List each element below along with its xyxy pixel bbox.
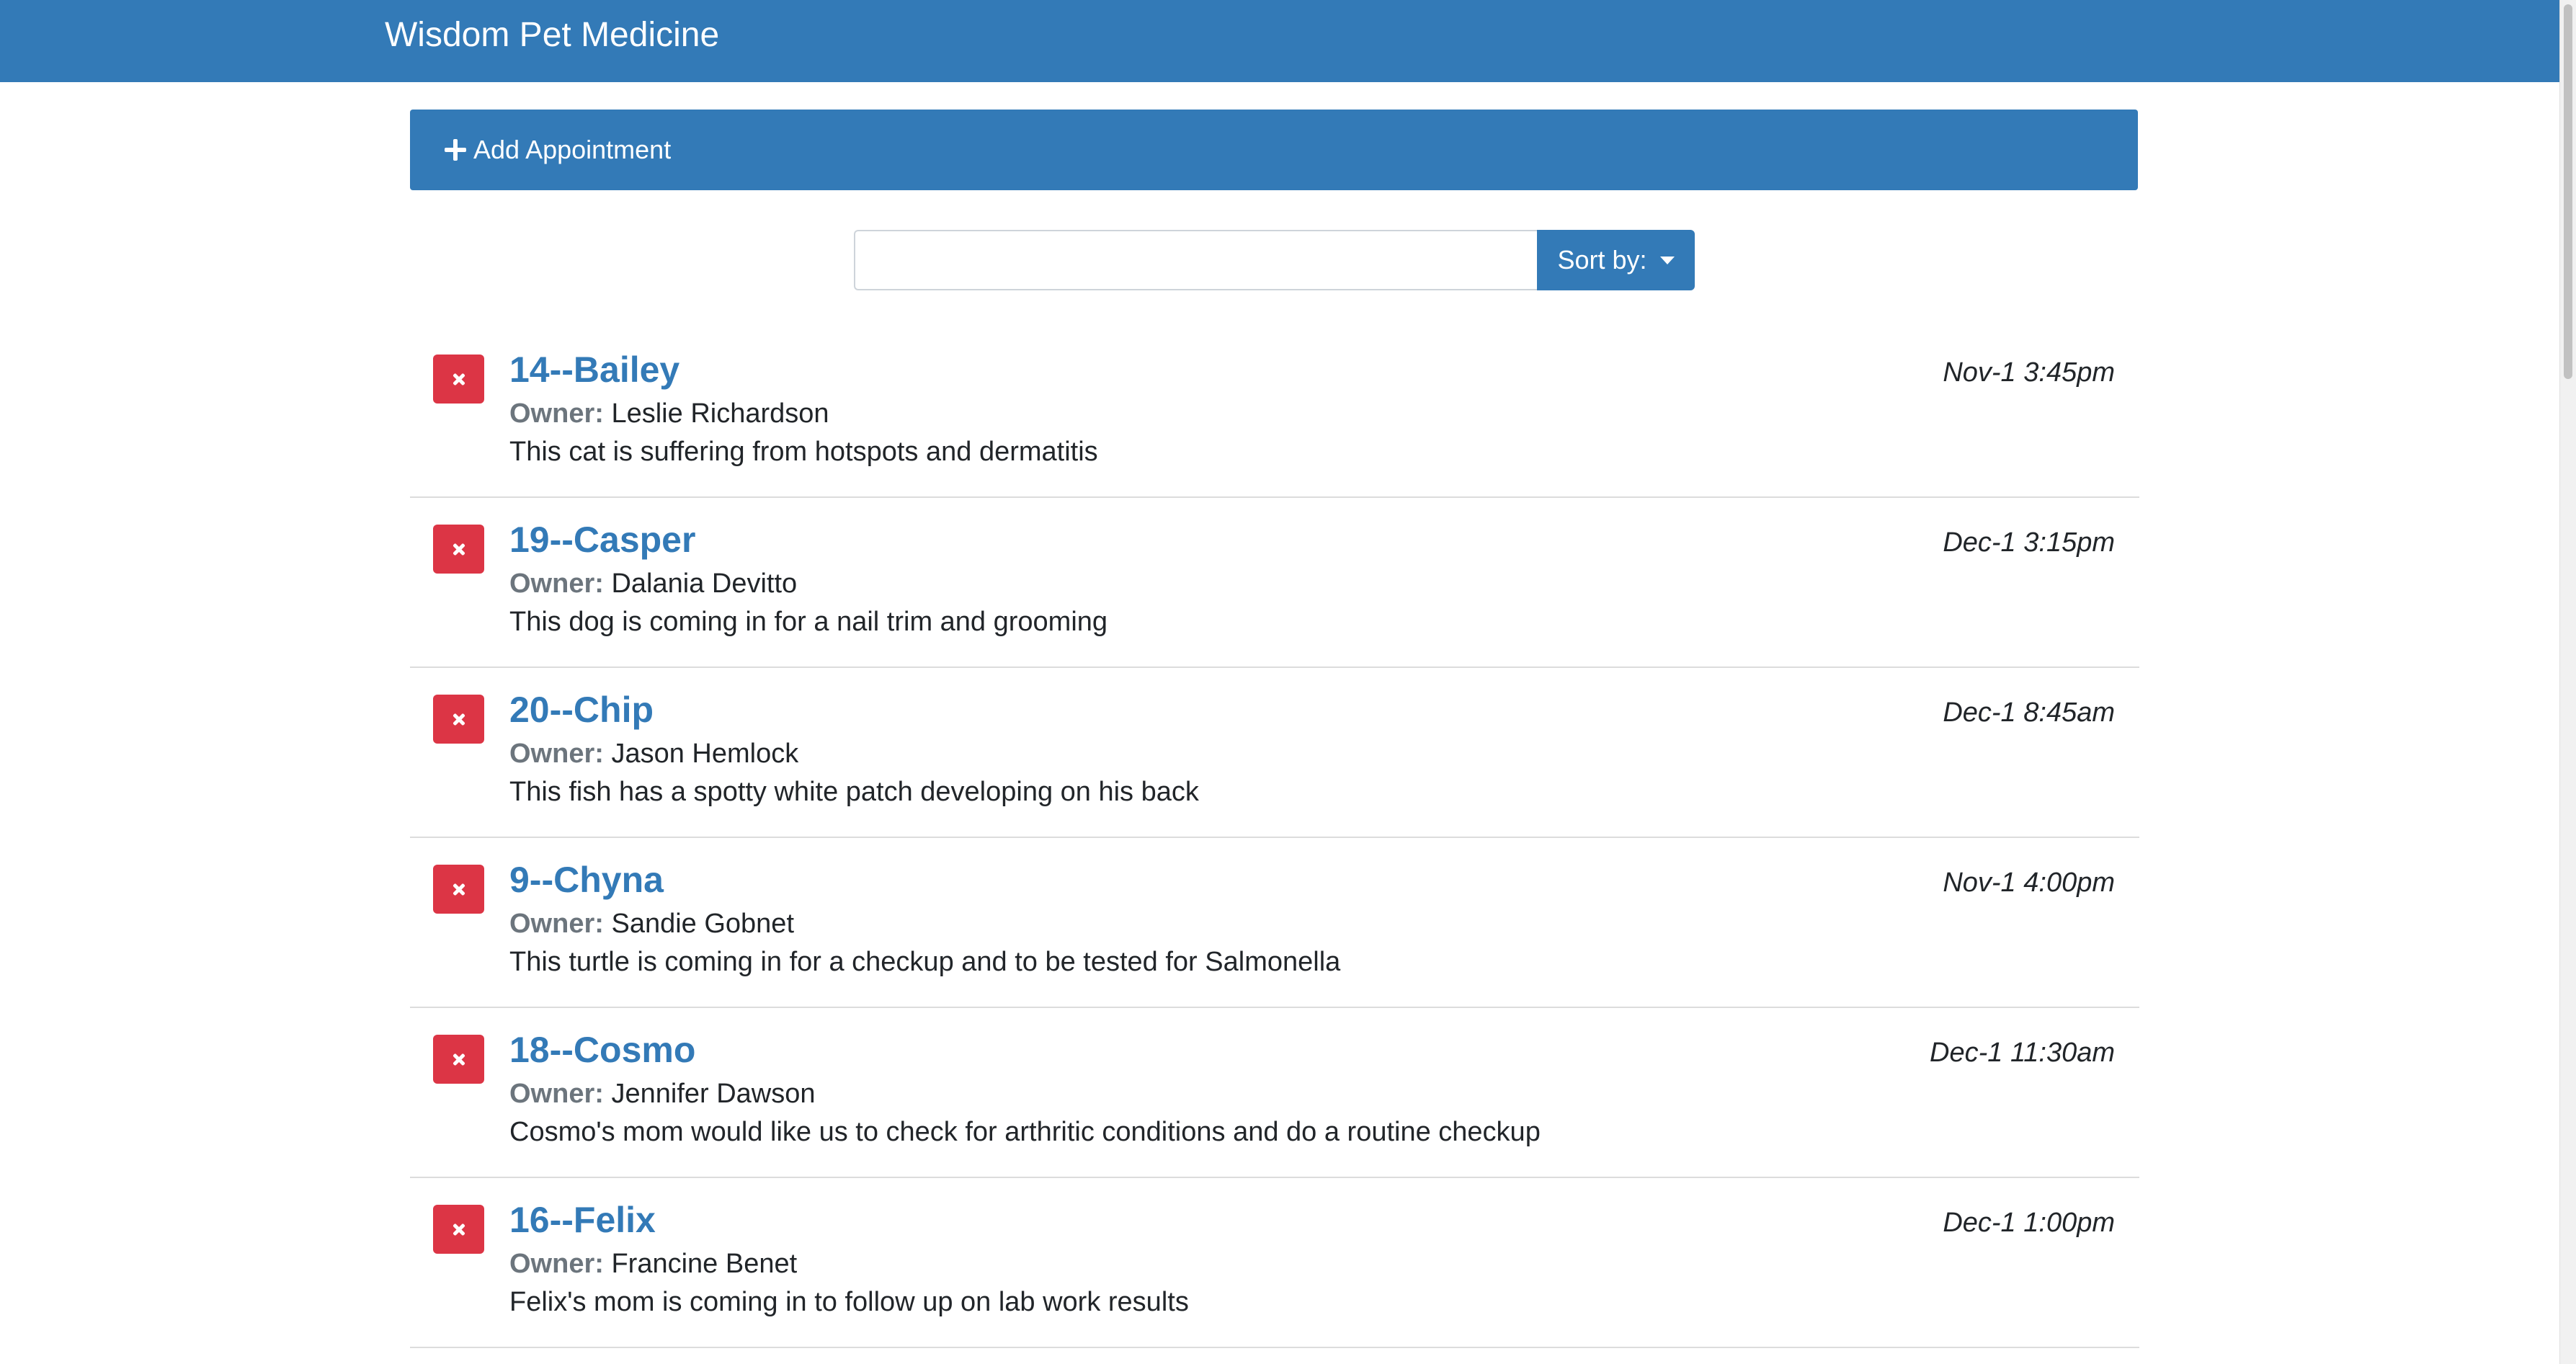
- sort-by-label: Sort by:: [1557, 245, 1647, 275]
- appointment-date: Dec-1 3:15pm: [1943, 527, 2115, 558]
- delete-appointment-button[interactable]: [433, 865, 484, 914]
- appointment-item: 18--Cosmo Owner: Jennifer Dawson Cosmo's…: [410, 1008, 2139, 1178]
- owner-name: Sandie Gobnet: [611, 909, 794, 939]
- appointment-date: Nov-1 3:45pm: [1943, 357, 2115, 388]
- delete-appointment-button[interactable]: [433, 1205, 484, 1254]
- appointment-notes: This fish has a spotty white patch devel…: [509, 777, 1199, 807]
- pet-name[interactable]: 18--Cosmo: [509, 1028, 695, 1071]
- pet-name[interactable]: 16--Felix: [509, 1198, 656, 1242]
- owner-name: Jennifer Dawson: [611, 1079, 816, 1109]
- appointment-notes: Felix's mom is coming in to follow up on…: [509, 1287, 1189, 1317]
- appointment-item: 14--Bailey Owner: Leslie Richardson This…: [410, 328, 2139, 498]
- scrollbar-thumb[interactable]: [2564, 4, 2572, 379]
- appointment-notes: This dog is coming in for a nail trim an…: [509, 607, 1108, 637]
- appointment-date: Dec-1 11:30am: [1930, 1038, 2115, 1068]
- appointment-notes: Cosmo's mom would like us to check for a…: [509, 1117, 1541, 1147]
- pet-name[interactable]: 14--Bailey: [509, 348, 679, 391]
- appointment-date: Dec-1 8:45am: [1943, 697, 2115, 728]
- owner-name: Francine Benet: [611, 1249, 798, 1279]
- search-sort-group: Sort by:: [854, 230, 1695, 290]
- owner-line: Owner: Dalania Devitto: [509, 566, 797, 601]
- vertical-scrollbar[interactable]: [2559, 0, 2576, 1364]
- page: Wisdom Pet Medicine Add Appointment Sort…: [0, 0, 2576, 1364]
- delete-appointment-button[interactable]: [433, 1035, 484, 1084]
- add-appointment-button[interactable]: Add Appointment: [410, 110, 2138, 190]
- appointment-item: 9--Chyna Owner: Sandie Gobnet This turtl…: [410, 838, 2139, 1008]
- appointment-notes: This turtle is coming in for a checkup a…: [509, 947, 1341, 977]
- owner-label: Owner:: [509, 569, 604, 599]
- owner-label: Owner:: [509, 909, 604, 939]
- owner-line: Owner: Leslie Richardson: [509, 396, 829, 431]
- delete-appointment-button[interactable]: [433, 355, 484, 404]
- owner-name: Dalania Devitto: [611, 569, 798, 599]
- appointment-list: 14--Bailey Owner: Leslie Richardson This…: [410, 328, 2139, 1348]
- search-input[interactable]: [854, 230, 1537, 290]
- pet-name[interactable]: 20--Chip: [509, 688, 654, 731]
- owner-name: Leslie Richardson: [611, 398, 829, 429]
- pet-name[interactable]: 19--Casper: [509, 518, 695, 561]
- sort-by-dropdown-button[interactable]: Sort by:: [1537, 230, 1695, 290]
- plus-icon: [443, 138, 468, 162]
- owner-label: Owner:: [509, 1079, 604, 1109]
- owner-label: Owner:: [509, 398, 604, 429]
- owner-line: Owner: Sandie Gobnet: [509, 906, 794, 941]
- delete-appointment-button[interactable]: [433, 525, 484, 574]
- owner-label: Owner:: [509, 1249, 604, 1279]
- delete-appointment-button[interactable]: [433, 695, 484, 744]
- appointment-date: Nov-1 4:00pm: [1943, 868, 2115, 898]
- owner-label: Owner:: [509, 739, 604, 769]
- appointment-notes: This cat is suffering from hotspots and …: [509, 437, 1098, 467]
- owner-line: Owner: Jennifer Dawson: [509, 1077, 816, 1111]
- appointment-date: Dec-1 1:00pm: [1943, 1208, 2115, 1238]
- app-title[interactable]: Wisdom Pet Medicine: [385, 12, 719, 59]
- owner-name: Jason Hemlock: [611, 739, 799, 769]
- owner-line: Owner: Francine Benet: [509, 1247, 797, 1281]
- appointment-item: 16--Felix Owner: Francine Benet Felix's …: [410, 1178, 2139, 1348]
- pet-name[interactable]: 9--Chyna: [509, 858, 664, 901]
- add-appointment-label: Add Appointment: [473, 135, 672, 164]
- caret-down-icon: [1659, 256, 1675, 264]
- owner-line: Owner: Jason Hemlock: [509, 736, 798, 771]
- appointment-item: 20--Chip Owner: Jason Hemlock This fish …: [410, 668, 2139, 838]
- appointment-item: 19--Casper Owner: Dalania Devitto This d…: [410, 498, 2139, 668]
- top-navbar: Wisdom Pet Medicine: [0, 0, 2559, 82]
